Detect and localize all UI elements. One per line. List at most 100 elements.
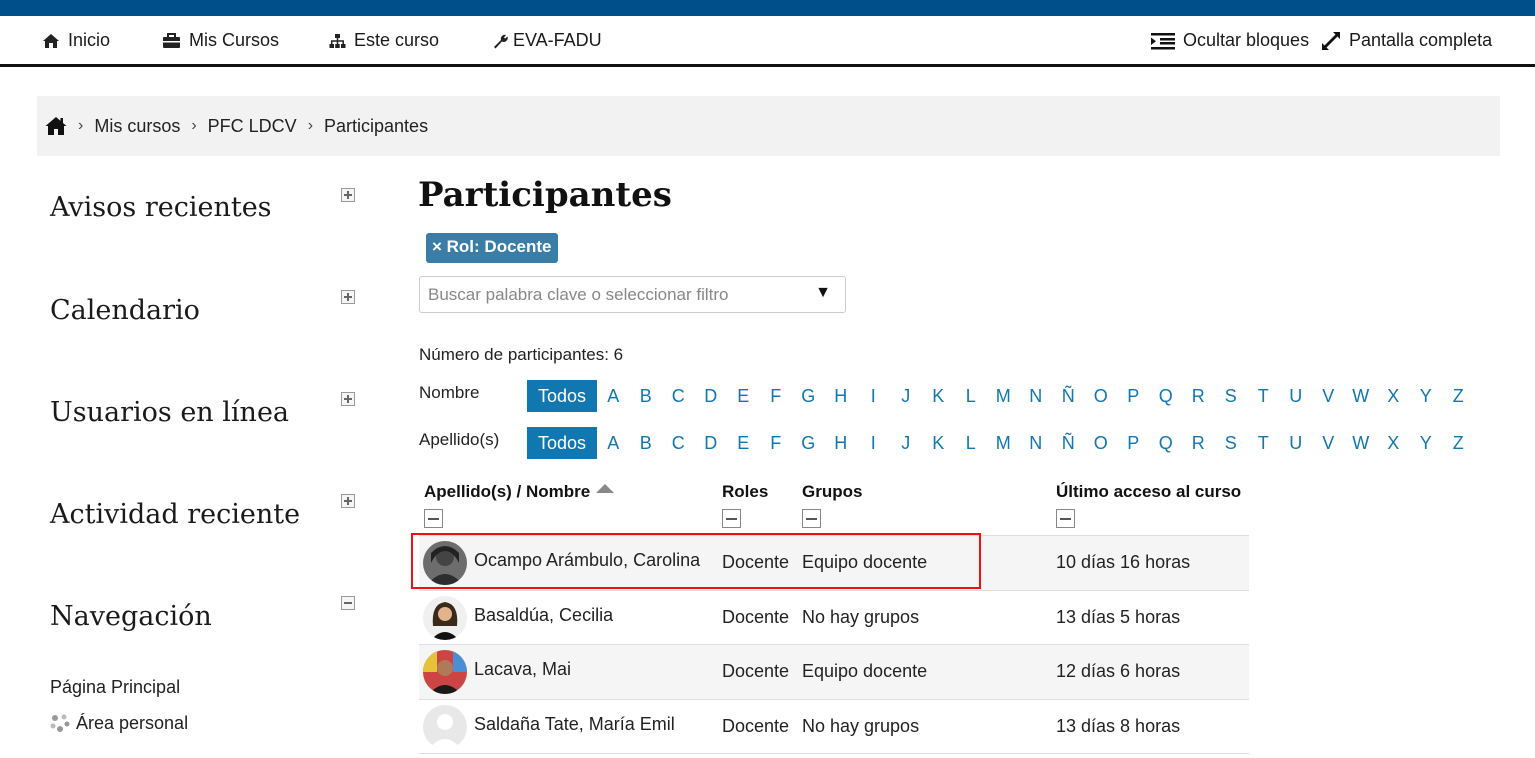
nav-dashboard-link[interactable]: Área personal: [50, 713, 188, 734]
avatar[interactable]: [423, 596, 467, 640]
initial-letter-link[interactable]: K: [922, 433, 955, 454]
participant-role[interactable]: Docente: [722, 552, 789, 573]
nav-site-link[interactable]: EVA-FADU: [492, 30, 602, 51]
participant-name-link[interactable]: Lacava, Mai: [474, 659, 571, 680]
initial-letter-link[interactable]: W: [1345, 386, 1378, 407]
initial-letter-link[interactable]: K: [922, 386, 955, 407]
collapse-column-icon[interactable]: [802, 509, 821, 528]
initial-letter-link[interactable]: X: [1377, 386, 1410, 407]
block-expand-icon[interactable]: [341, 290, 355, 304]
initial-letter-link[interactable]: V: [1312, 386, 1345, 407]
initial-letter-link[interactable]: F: [760, 433, 793, 454]
hide-blocks-button[interactable]: Ocultar bloques: [1151, 30, 1309, 51]
initial-letter-link[interactable]: U: [1280, 386, 1313, 407]
initial-letter-link[interactable]: A: [597, 433, 630, 454]
home-icon[interactable]: [45, 116, 67, 136]
column-header-last-access[interactable]: Último acceso al curso: [1056, 482, 1241, 502]
initial-letter-link[interactable]: M: [987, 433, 1020, 454]
participant-group[interactable]: No hay grupos: [802, 716, 919, 737]
dropdown-arrow-icon[interactable]: ▼: [815, 284, 831, 302]
participant-role[interactable]: Docente: [722, 716, 789, 737]
nav-home-link[interactable]: Inicio: [42, 30, 110, 51]
initial-letter-link[interactable]: V: [1312, 433, 1345, 454]
fullscreen-button[interactable]: Pantalla completa: [1321, 30, 1492, 51]
initial-letter-link[interactable]: P: [1117, 386, 1150, 407]
initial-letter-link[interactable]: C: [662, 386, 695, 407]
block-expand-icon[interactable]: [341, 392, 355, 406]
initial-letter-link[interactable]: Q: [1150, 386, 1183, 407]
initial-letter-link[interactable]: H: [825, 386, 858, 407]
collapse-column-icon[interactable]: [424, 509, 443, 528]
initial-letter-link[interactable]: J: [890, 433, 923, 454]
initial-letter-link[interactable]: O: [1085, 386, 1118, 407]
breadcrumb-my-courses[interactable]: Mis cursos: [94, 116, 180, 137]
initial-letter-link[interactable]: Y: [1410, 433, 1443, 454]
nav-my-courses-link[interactable]: Mis Cursos: [162, 30, 279, 51]
participant-name-link[interactable]: Saldaña Tate, María Emil: [474, 714, 675, 735]
participant-group[interactable]: Equipo docente: [802, 552, 927, 573]
initial-letter-link[interactable]: J: [890, 386, 923, 407]
initial-all-button[interactable]: Todos: [527, 380, 598, 412]
avatar[interactable]: [423, 650, 467, 694]
initial-letter-link[interactable]: I: [857, 433, 890, 454]
initial-letter-link[interactable]: O: [1085, 433, 1118, 454]
block-expand-icon[interactable]: [341, 494, 355, 508]
avatar[interactable]: [423, 705, 467, 749]
initial-letter-link[interactable]: G: [792, 433, 825, 454]
participant-name-link[interactable]: Ocampo Arámbulo, Carolina: [474, 550, 700, 571]
initial-letter-link[interactable]: P: [1117, 433, 1150, 454]
initial-letter-link[interactable]: D: [695, 433, 728, 454]
initial-letter-link[interactable]: L: [955, 433, 988, 454]
collapse-column-icon[interactable]: [1056, 509, 1075, 528]
breadcrumb-participants[interactable]: Participantes: [324, 116, 428, 137]
initial-letter-link[interactable]: Ñ: [1052, 386, 1085, 407]
search-filter-box[interactable]: ▼: [419, 276, 846, 313]
initial-letter-link[interactable]: M: [987, 386, 1020, 407]
initial-letter-link[interactable]: B: [630, 433, 663, 454]
initial-letter-link[interactable]: Z: [1442, 386, 1475, 407]
initial-letter-link[interactable]: A: [597, 386, 630, 407]
initial-letter-link[interactable]: E: [727, 433, 760, 454]
avatar[interactable]: [423, 541, 467, 585]
initial-letter-link[interactable]: T: [1247, 433, 1280, 454]
block-expand-icon[interactable]: [341, 188, 355, 202]
search-input[interactable]: [420, 277, 800, 312]
active-filter-chip[interactable]: × Rol: Docente: [426, 233, 558, 263]
participant-name-link[interactable]: Basaldúa, Cecilia: [474, 605, 613, 626]
initial-letter-link[interactable]: N: [1020, 386, 1053, 407]
initial-all-button[interactable]: Todos: [527, 427, 598, 459]
initial-letter-link[interactable]: U: [1280, 433, 1313, 454]
breadcrumb-course[interactable]: PFC LDCV: [208, 116, 297, 137]
initial-letter-link[interactable]: D: [695, 386, 728, 407]
initial-letter-link[interactable]: Q: [1150, 433, 1183, 454]
participant-group[interactable]: No hay grupos: [802, 607, 919, 628]
initial-letter-link[interactable]: N: [1020, 433, 1053, 454]
sort-ascending-icon[interactable]: [596, 483, 615, 493]
initial-letter-link[interactable]: T: [1247, 386, 1280, 407]
initial-letter-link[interactable]: E: [727, 386, 760, 407]
initial-letter-link[interactable]: X: [1377, 433, 1410, 454]
participant-role[interactable]: Docente: [722, 661, 789, 682]
block-collapse-icon[interactable]: [341, 596, 355, 610]
participant-role[interactable]: Docente: [722, 607, 789, 628]
initial-letter-link[interactable]: R: [1182, 433, 1215, 454]
initial-letter-link[interactable]: F: [760, 386, 793, 407]
initial-letter-link[interactable]: B: [630, 386, 663, 407]
initial-letter-link[interactable]: S: [1215, 386, 1248, 407]
participant-group[interactable]: Equipo docente: [802, 661, 927, 682]
initial-letter-link[interactable]: G: [792, 386, 825, 407]
initial-letter-link[interactable]: R: [1182, 386, 1215, 407]
initial-letter-link[interactable]: L: [955, 386, 988, 407]
column-header-name[interactable]: Apellido(s) / Nombre: [424, 482, 615, 502]
initial-letter-link[interactable]: C: [662, 433, 695, 454]
collapse-column-icon[interactable]: [722, 509, 741, 528]
initial-letter-link[interactable]: Z: [1442, 433, 1475, 454]
initial-letter-link[interactable]: Y: [1410, 386, 1443, 407]
nav-this-course-link[interactable]: Este curso: [329, 30, 439, 51]
initial-letter-link[interactable]: I: [857, 386, 890, 407]
initial-letter-link[interactable]: H: [825, 433, 858, 454]
nav-front-page-link[interactable]: Página Principal: [50, 677, 180, 698]
initial-letter-link[interactable]: S: [1215, 433, 1248, 454]
initial-letter-link[interactable]: W: [1345, 433, 1378, 454]
initial-letter-link[interactable]: Ñ: [1052, 433, 1085, 454]
